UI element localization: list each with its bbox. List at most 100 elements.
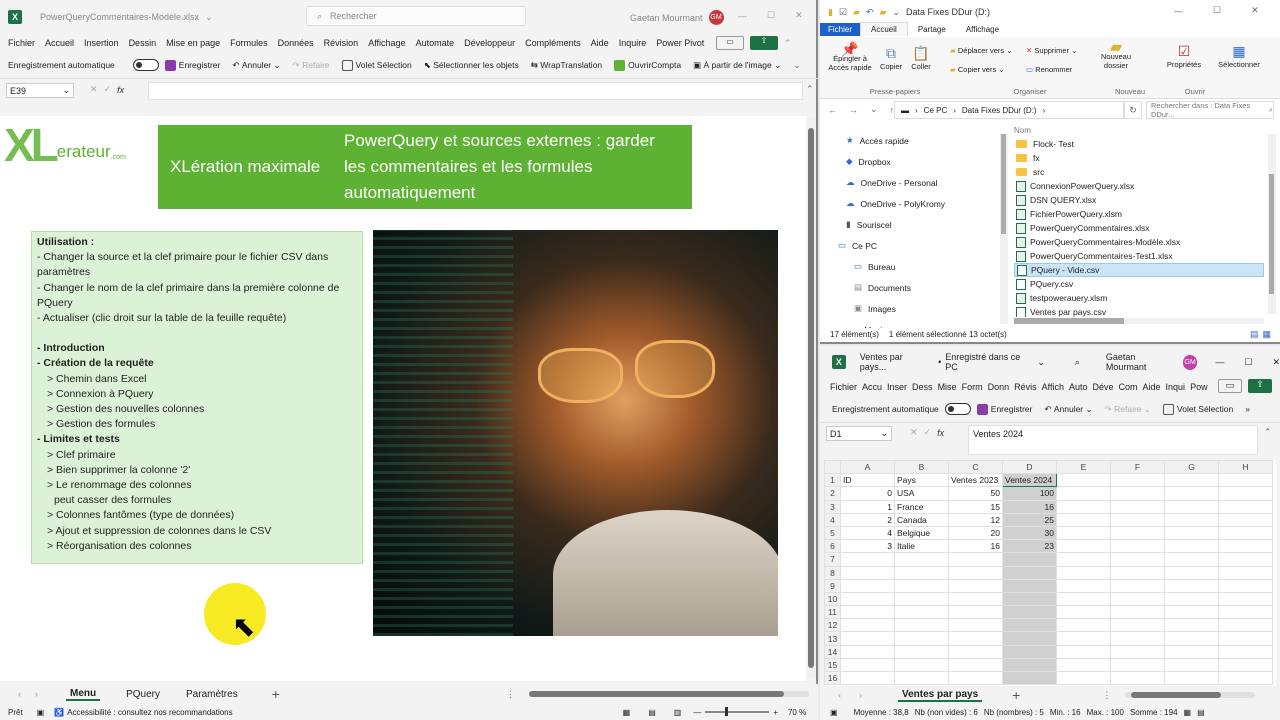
select-button[interactable]: ▦ Sélectionner <box>1216 43 1262 69</box>
cell-table[interactable]: A B C D E F G H 1 ID Pays Ventes 2023 Ventes 2024 2 0 U… <box>824 460 1273 686</box>
cell[interactable] <box>1110 499 1165 514</box>
cell[interactable] <box>1110 605 1165 620</box>
select-all-corner[interactable] <box>824 460 841 475</box>
cell[interactable] <box>840 552 895 567</box>
fx-button[interactable]: fx <box>117 85 124 95</box>
file-row[interactable]: DSN QUERY.xlsx <box>1014 193 1264 207</box>
nav-item-1[interactable]: ◆ Dropbox <box>832 151 1010 172</box>
menu-item-12[interactable]: Aide <box>1143 382 1161 392</box>
column-header-F[interactable]: F <box>1110 460 1165 475</box>
cancel-icon[interactable]: ✕ <box>910 427 918 438</box>
cell[interactable] <box>1218 657 1273 673</box>
cell[interactable] <box>1110 591 1165 607</box>
zoom-out-icon[interactable]: — <box>693 708 701 717</box>
cell[interactable] <box>1056 657 1111 673</box>
cell[interactable]: France <box>894 499 949 514</box>
cell[interactable] <box>894 578 949 593</box>
redo-button[interactable]: ↷ Refaire ⌄ <box>1105 404 1151 415</box>
row-header-12[interactable]: 12 <box>824 618 841 633</box>
new-folder-qat-icon[interactable]: ▰ <box>853 7 860 18</box>
formula-bar-2[interactable]: Ventes 2024 <box>968 425 1258 455</box>
cell[interactable] <box>1164 565 1219 580</box>
cell[interactable] <box>948 657 1003 673</box>
menu-item-4[interactable]: Mise <box>938 382 957 392</box>
scrollbar-thumb[interactable] <box>808 128 814 668</box>
cell[interactable] <box>840 591 895 607</box>
save-button[interactable]: Enregistrer <box>164 59 220 71</box>
cell[interactable] <box>840 670 895 686</box>
minimize-icon[interactable]: — <box>1215 357 1224 367</box>
cell[interactable] <box>1218 473 1273 488</box>
qat-more-icon[interactable]: ⌄ <box>793 60 801 71</box>
cell[interactable] <box>894 618 949 633</box>
cell[interactable] <box>1056 618 1111 633</box>
cell[interactable] <box>1218 670 1273 686</box>
sheet-tab-2[interactable]: Paramètres <box>186 689 238 700</box>
cell[interactable] <box>948 618 1003 633</box>
rename-button[interactable]: ▭ Renommer <box>1026 60 1077 79</box>
maximize-icon[interactable]: ☐ <box>767 10 775 21</box>
menu-item-3[interactable]: Dessin <box>129 38 157 48</box>
cell[interactable] <box>1164 657 1219 673</box>
wrap-translation-button[interactable]: ⇆ WrapTranslation <box>531 60 602 71</box>
zoom-slider[interactable] <box>705 707 770 716</box>
file-row[interactable]: ConnexionPowerQuery.xlsx <box>1014 179 1264 193</box>
close-icon[interactable]: ✕ <box>795 10 803 21</box>
worksheet[interactable]: XL erateur .com XLération maximale Power… <box>0 116 806 681</box>
breadcrumb-ce-pc[interactable]: Ce PC <box>924 106 948 115</box>
autosave-toggle[interactable] <box>944 403 971 415</box>
menu-item-13[interactable]: Inqui <box>1166 382 1186 392</box>
file-row[interactable]: PowerQueryCommentaires.xlsx <box>1014 221 1264 235</box>
collapse-ribbon-icon[interactable]: ⌃ <box>784 38 792 49</box>
page-layout-icon[interactable]: ▤ <box>1197 708 1205 717</box>
menu-item-6[interactable]: Donn <box>988 382 1010 392</box>
cell[interactable] <box>1110 473 1165 488</box>
cell[interactable] <box>1002 644 1057 659</box>
file-row[interactable]: PowerQueryCommentaires-Test1.xlsx <box>1014 249 1264 263</box>
overflow-icon[interactable]: » <box>1245 404 1250 414</box>
cell[interactable] <box>1164 552 1219 567</box>
page-break-icon[interactable]: ▥ <box>674 708 682 717</box>
expand-formula-icon[interactable]: ⌃ <box>1264 427 1272 438</box>
cell[interactable] <box>1002 565 1057 580</box>
redo-button[interactable]: ↷ Refaire <box>293 60 330 71</box>
menu-item-0[interactable]: Fichier <box>8 38 35 48</box>
cell[interactable]: 20 <box>948 525 1003 541</box>
menu-item-1[interactable]: Accueil <box>45 38 74 48</box>
cell[interactable]: 30 <box>1002 525 1057 541</box>
cell[interactable] <box>1110 631 1165 646</box>
cell[interactable] <box>840 565 895 580</box>
cell[interactable]: Ventes 2024 <box>1002 473 1057 488</box>
row-header-3[interactable]: 3 <box>824 499 841 514</box>
row-header-10[interactable]: 10 <box>824 591 841 607</box>
cell[interactable] <box>948 605 1003 620</box>
explorer-tab-3[interactable]: Affichage <box>956 23 1009 36</box>
menu-item-13[interactable]: Inquire <box>619 38 647 48</box>
formula-bar[interactable] <box>148 82 803 100</box>
cell[interactable] <box>894 631 949 646</box>
nav-item-4[interactable]: ▮ Souriscel <box>832 214 1010 235</box>
cell[interactable] <box>1056 539 1111 554</box>
close-icon[interactable]: ✕ <box>1251 5 1259 16</box>
nav-item-6[interactable]: ▭ Bureau <box>832 256 1010 277</box>
column-header-C[interactable]: C <box>948 460 1003 475</box>
file-scroll-thumb[interactable] <box>1269 174 1274 294</box>
cell[interactable] <box>1218 631 1273 646</box>
nav-item-0[interactable]: ★ Accès rapide <box>832 130 1010 151</box>
cell[interactable] <box>1110 670 1165 686</box>
cell[interactable] <box>1110 565 1165 580</box>
sheet-tab-ventes[interactable]: Ventes par pays <box>898 689 983 702</box>
cell[interactable] <box>1218 565 1273 580</box>
nav-item-7[interactable]: ▤ Documents <box>832 277 1010 298</box>
back-icon[interactable]: ← <box>828 105 837 115</box>
row-header-5[interactable]: 5 <box>824 525 841 541</box>
menu-item-9[interactable]: Automate <box>416 38 455 48</box>
cell[interactable]: 1 <box>840 499 895 514</box>
cell[interactable] <box>1218 591 1273 607</box>
row-header-14[interactable]: 14 <box>824 644 841 659</box>
user-name-2[interactable]: Gaetan Mourmant <box>1106 352 1177 372</box>
file-row[interactable]: fx <box>1014 151 1264 165</box>
menu-item-2[interactable]: Inser <box>887 382 907 392</box>
cell[interactable]: 25 <box>1002 512 1057 527</box>
cell[interactable] <box>1110 644 1165 659</box>
